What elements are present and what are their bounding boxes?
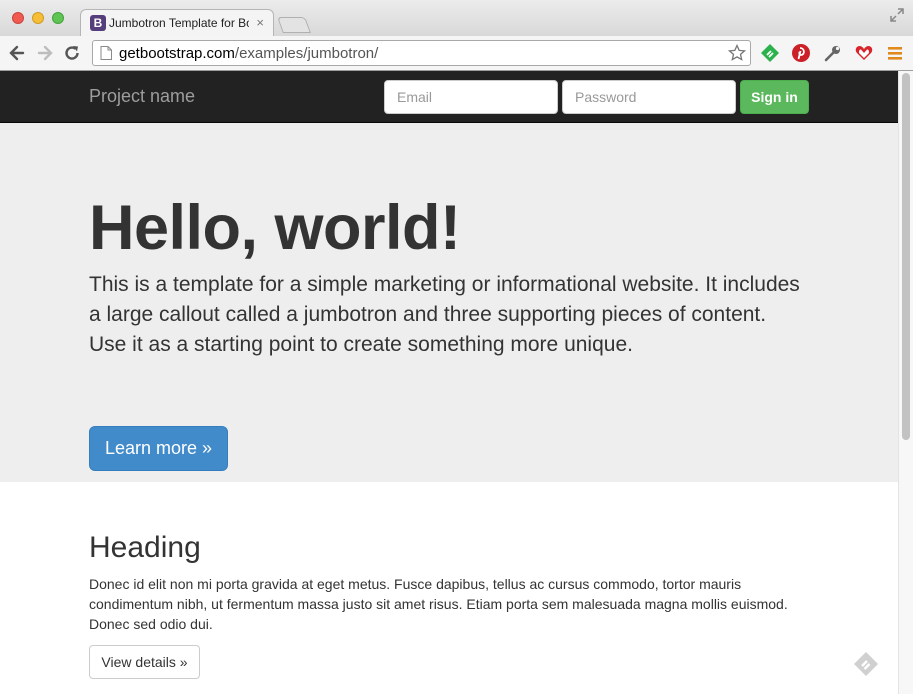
bootstrap-favicon-icon: B — [90, 15, 106, 31]
url-text: getbootstrap.com/examples/jumbotron/ — [119, 45, 378, 62]
browser-tab[interactable]: B Jumbotron Template for Bootstrap × — [80, 9, 274, 36]
star-icon[interactable] — [728, 44, 746, 62]
email-field[interactable] — [384, 80, 558, 114]
page-icon — [100, 46, 112, 60]
url-host: getbootstrap.com — [119, 45, 235, 62]
sign-in-button[interactable]: Sign in — [740, 80, 809, 114]
window-minimize-button[interactable] — [32, 12, 44, 24]
wrench-icon[interactable] — [823, 43, 843, 63]
address-bar[interactable]: getbootstrap.com/examples/jumbotron/ — [92, 40, 751, 66]
fullscreen-icon[interactable] — [890, 8, 904, 22]
view-details-button[interactable]: View details » — [89, 645, 200, 679]
scrollbar-thumb[interactable] — [902, 73, 910, 440]
back-arrow-icon[interactable] — [8, 44, 26, 62]
site-navbar: Project name Sign in — [0, 71, 898, 123]
forward-arrow-icon[interactable] — [36, 44, 54, 62]
jumbotron: Hello, world! This is a template for a s… — [0, 123, 898, 482]
jumbotron-title: Hello, world! — [89, 193, 461, 263]
window-close-button[interactable] — [12, 12, 24, 24]
feedly-icon[interactable] — [760, 43, 780, 63]
heart-icon[interactable] — [854, 43, 874, 63]
password-field[interactable] — [562, 80, 736, 114]
tab-close-icon[interactable]: × — [256, 15, 264, 30]
window-zoom-button[interactable] — [52, 12, 64, 24]
browser-title-bar: B Jumbotron Template for Bootstrap × — [0, 0, 913, 36]
browser-toolbar: getbootstrap.com/examples/jumbotron/ — [0, 36, 913, 71]
page-scrollbar[interactable] — [898, 71, 913, 694]
reload-icon[interactable] — [63, 44, 81, 62]
section-heading: Heading — [89, 531, 201, 564]
new-tab-button[interactable] — [277, 17, 311, 33]
tab-title: Jumbotron Template for Bootstrap — [109, 16, 249, 30]
pinterest-icon[interactable] — [791, 43, 811, 63]
url-path: /examples/jumbotron/ — [234, 45, 379, 62]
menu-icon[interactable] — [885, 43, 905, 63]
page-viewport: Project name Sign in Hello, world! This … — [0, 71, 898, 694]
learn-more-button[interactable]: Learn more » — [89, 426, 228, 471]
feedly-floating-icon[interactable] — [852, 650, 880, 678]
navbar-brand[interactable]: Project name — [89, 86, 195, 107]
section-body: Donec id elit non mi porta gravida at eg… — [89, 576, 788, 632]
jumbotron-lead: This is a template for a simple marketin… — [89, 273, 800, 356]
